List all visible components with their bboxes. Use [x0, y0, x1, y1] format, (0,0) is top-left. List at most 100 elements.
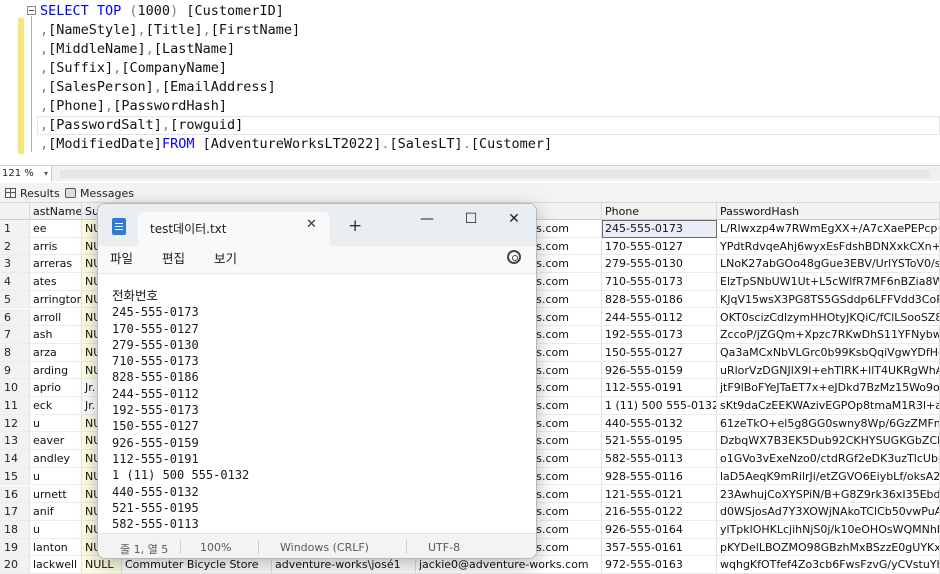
- cell-passwordhash[interactable]: wqhgKfOTfef4Zo3cb6FwsFzvG/yCVstuYh3Au: [717, 556, 940, 574]
- row-number[interactable]: 16: [0, 485, 30, 504]
- notepad-file-tab[interactable]: test데이터.txt ✕: [138, 212, 330, 246]
- row-number[interactable]: 14: [0, 450, 30, 468]
- cell-phone[interactable]: 828-555-0186: [602, 290, 717, 309]
- minimize-button[interactable]: —: [412, 208, 442, 230]
- cell-phone[interactable]: 150-555-0127: [602, 343, 717, 362]
- cell-phone[interactable]: 170-555-0127: [602, 237, 717, 256]
- cell-lastname[interactable]: ates: [30, 273, 82, 291]
- new-tab-button[interactable]: +: [348, 216, 362, 236]
- cell-lastname[interactable]: arris: [30, 237, 82, 256]
- notepad-titlebar[interactable]: test데이터.txt ✕ + — ☐ ✕: [98, 204, 536, 246]
- cell-lastname[interactable]: arza: [30, 343, 82, 362]
- cell-passwordhash[interactable]: uRlorVzDGNJlX9l+ehTlRK+llT4UKRgWhApJgU: [717, 361, 940, 380]
- column-header-lastname[interactable]: astName: [30, 203, 82, 220]
- cell-lastname[interactable]: arroll: [30, 308, 82, 327]
- cell-lastname[interactable]: eck: [30, 397, 82, 415]
- menu-edit[interactable]: 편집: [162, 248, 185, 267]
- close-icon[interactable]: ✕: [306, 217, 317, 232]
- cell-phone[interactable]: 521-555-0195: [602, 432, 717, 451]
- zoom-dropdown[interactable]: 121 % ▾: [0, 166, 52, 181]
- cell-lastname[interactable]: urnett: [30, 485, 82, 504]
- menu-file[interactable]: 파일: [110, 248, 133, 267]
- cell-passwordhash[interactable]: OKT0scizCdlzymHHOtyJKQiC/fClLSooSZ8dQ: [717, 308, 940, 327]
- menu-view[interactable]: 보기: [214, 248, 237, 267]
- cell-phone[interactable]: 279-555-0130: [602, 255, 717, 274]
- cell-phone[interactable]: 216-555-0122: [602, 503, 717, 521]
- cell-passwordhash[interactable]: L/Rlwxzp4w7RWmEgXX+/A7cXaePEPcp+Kw: [717, 220, 940, 238]
- cell-passwordhash[interactable]: laD5AeqK9mRilrJi/etZGVO6EiybLf/oksA2Cqrp: [717, 467, 940, 486]
- cell-lastname[interactable]: lanton: [30, 538, 82, 557]
- maximize-button[interactable]: ☐: [456, 208, 486, 230]
- cell-passwordhash[interactable]: Qa3aMCxNbVLGrc0b99KsbQqiVgwYDfHcsK9: [717, 343, 940, 362]
- cell-lastname[interactable]: ee: [30, 220, 82, 238]
- row-number[interactable]: 7: [0, 326, 30, 344]
- cell-phone[interactable]: 192-555-0173: [602, 326, 717, 344]
- row-number[interactable]: 5: [0, 290, 30, 309]
- cell-lastname[interactable]: anif: [30, 503, 82, 521]
- cell-passwordhash[interactable]: LNoK27abGOo48gGue3EBV/UrlYSToV0/s87d: [717, 255, 940, 274]
- tab-messages[interactable]: Messages: [62, 185, 134, 202]
- cell-passwordhash[interactable]: d0WSjosAd7Y3XOWjNAkoTClCb50vwPuAawC: [717, 503, 940, 521]
- row-number[interactable]: 10: [0, 379, 30, 397]
- collapse-icon[interactable]: [27, 6, 36, 15]
- close-window-button[interactable]: ✕: [499, 208, 529, 230]
- cell-phone[interactable]: 1 (11) 500 555-0132: [602, 397, 717, 415]
- notepad-content[interactable]: 전화번호 245-555-0173 170-555-0127 279-555-0130…: [112, 288, 249, 532]
- column-header-phone[interactable]: Phone: [602, 203, 717, 220]
- cell-phone[interactable]: 121-555-0121: [602, 485, 717, 504]
- zoom-level[interactable]: 100%: [200, 541, 231, 554]
- cell-lastname[interactable]: andley: [30, 450, 82, 468]
- column-header-passwordhash[interactable]: PasswordHash: [717, 203, 940, 220]
- sql-editor[interactable]: SELECT TOP (1000) [CustomerID] ,[NameStyl…: [0, 0, 940, 165]
- row-number[interactable]: 18: [0, 520, 30, 539]
- horizontal-scrollbar[interactable]: [60, 170, 930, 178]
- cell-lastname[interactable]: arding: [30, 361, 82, 380]
- cell-phone[interactable]: 926-555-0164: [602, 520, 717, 539]
- row-number[interactable]: 15: [0, 467, 30, 486]
- cell-lastname[interactable]: lackwell: [30, 556, 82, 574]
- cell-lastname[interactable]: u: [30, 520, 82, 539]
- cell-phone[interactable]: 582-555-0113: [602, 450, 717, 468]
- row-number[interactable]: 12: [0, 414, 30, 433]
- cell-phone[interactable]: 440-555-0132: [602, 414, 717, 433]
- row-number[interactable]: 3: [0, 255, 30, 274]
- cell-lastname[interactable]: ash: [30, 326, 82, 344]
- cell-phone[interactable]: 926-555-0159: [602, 361, 717, 380]
- row-number[interactable]: 1: [0, 220, 30, 238]
- cell-phone[interactable]: 357-555-0161: [602, 538, 717, 557]
- cell-phone[interactable]: 928-555-0116: [602, 467, 717, 486]
- line-ending[interactable]: Windows (CRLF): [280, 541, 369, 554]
- cell-lastname[interactable]: u: [30, 467, 82, 486]
- row-number[interactable]: 9: [0, 361, 30, 380]
- cell-passwordhash[interactable]: KJqV15wsX3PG8TS5GSddp6LFFVdd3CoRftZM: [717, 290, 940, 309]
- cell-phone[interactable]: 710-555-0173: [602, 273, 717, 291]
- tab-results[interactable]: Results: [2, 185, 60, 202]
- sql-code[interactable]: SELECT TOP (1000) [CustomerID] ,[NameStyl…: [40, 2, 552, 154]
- gear-icon[interactable]: [507, 250, 521, 264]
- row-number[interactable]: 20: [0, 556, 30, 574]
- cell-passwordhash[interactable]: YPdtRdvqeAhj6wyxEsFdshBDNXxkCXn+CRgb: [717, 237, 940, 256]
- cell-passwordhash[interactable]: 61zeTkO+el5g8GG0swny8Wp/6GzZMFnT71fr: [717, 414, 940, 433]
- cell-passwordhash[interactable]: ylTpklOHKLcjihNjS0j/k10eOHOsWQMNhIbuO: [717, 520, 940, 539]
- row-number[interactable]: 6: [0, 308, 30, 327]
- notepad-window[interactable]: test데이터.txt ✕ + — ☐ ✕ 파일 편집 보기 전화번호 245-5…: [97, 203, 537, 559]
- row-number[interactable]: 11: [0, 397, 30, 415]
- cell-passwordhash[interactable]: DzbqWX7B3EK5Dub92CKHYSUGKGbZCbrcVD: [717, 432, 940, 451]
- row-number[interactable]: 17: [0, 503, 30, 521]
- cell-lastname[interactable]: u: [30, 414, 82, 433]
- cell-lastname[interactable]: arreras: [30, 255, 82, 274]
- cell-lastname[interactable]: eaver: [30, 432, 82, 451]
- cell-passwordhash[interactable]: o1GVo3vExeNzo0/ctdRGf2eDK3uzTlcUbr18N: [717, 450, 940, 468]
- notepad-text-area[interactable]: 전화번호 245-555-0173 170-555-0127 279-555-0130…: [98, 275, 536, 533]
- encoding[interactable]: UTF-8: [428, 541, 460, 554]
- row-number[interactable]: 19: [0, 538, 30, 557]
- cell-lastname[interactable]: arrington: [30, 290, 82, 309]
- cell-passwordhash[interactable]: ElzTpSNbUW1Ut+L5cWlfR7MF6nBZia8WpmG: [717, 273, 940, 291]
- cell-passwordhash[interactable]: sKt9daCzEEKWAzivEGPOp8tmaM1R3l+aJfcB: [717, 397, 940, 415]
- cell-phone[interactable]: 972-555-0163: [602, 556, 717, 574]
- cell-lastname[interactable]: aprio: [30, 379, 82, 397]
- row-number[interactable]: 2: [0, 237, 30, 256]
- row-number[interactable]: 4: [0, 273, 30, 291]
- cell-phone[interactable]: 244-555-0112: [602, 308, 717, 327]
- cell-passwordhash[interactable]: ZccoP/jZGQm+Xpzc7RKwDhS11YFNybwcPV: [717, 326, 940, 344]
